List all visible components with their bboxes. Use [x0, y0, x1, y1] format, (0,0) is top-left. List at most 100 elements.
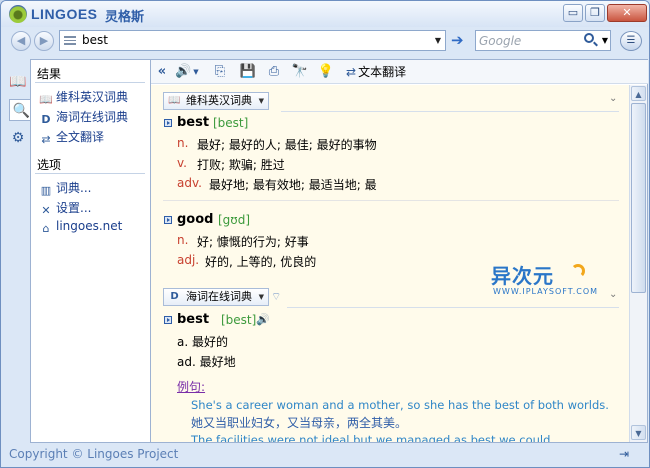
watermark-cn: 异次元: [491, 264, 554, 288]
tools-icon: ✕: [41, 204, 51, 217]
copy-icon[interactable]: ⎘: [211, 63, 229, 81]
side-tab-strip: 📖 🔍 ⚙: [5, 59, 33, 443]
divider: [35, 173, 145, 174]
option-item-dictionaries[interactable]: ▥ 词典...: [39, 179, 92, 197]
dictionary-tab-icon[interactable]: 📖: [7, 71, 29, 93]
entry-bullet-icon[interactable]: [164, 119, 172, 127]
pin-icon[interactable]: ⇥: [619, 447, 629, 461]
pos-label: v.: [177, 156, 187, 170]
translate-small-icon: ⇄: [346, 65, 357, 79]
collapse-chevron-icon[interactable]: ⌄: [609, 289, 617, 300]
text-translate-label: 文本翻译: [358, 65, 407, 79]
results-panel: 结果 📖 维科英汉词典 D 海词在线词典 ⇄ 全文翻译 选项 ▥ 词典... ✕ 设置..…: [30, 59, 151, 443]
signal-icon: [571, 264, 585, 278]
definition: 最好; 最好的人; 最佳; 最好的事物: [197, 138, 377, 152]
pronounce-speaker-icon[interactable]: 🔊: [256, 313, 270, 326]
divider: [281, 111, 619, 112]
result-item-dict-cn[interactable]: D 海词在线词典: [39, 108, 128, 126]
text-translate-button[interactable]: ⇄ 文本翻译: [346, 63, 406, 81]
example-label[interactable]: 例句:: [177, 378, 205, 395]
go-button[interactable]: ➔: [451, 31, 464, 49]
books-icon: ▥: [40, 184, 52, 197]
scroll-thumb[interactable]: [631, 103, 646, 293]
search-engine-dropdown-icon[interactable]: ▼: [602, 36, 608, 45]
title-bar: LINGOES 灵格斯 ▭ ❐ ✕: [1, 1, 649, 27]
definition: 好的, 上等的, 优良的: [205, 255, 317, 269]
definition: a. 最好的: [177, 335, 228, 349]
save-icon[interactable]: 💾: [239, 63, 257, 81]
entry-bullet-icon[interactable]: [164, 216, 172, 224]
dict-header-dict-cn[interactable]: D 海词在线词典 ▼: [163, 288, 269, 306]
definition: 最好地; 最有效地; 最适当地; 最: [209, 178, 377, 192]
entry-phonetic: [best]: [221, 313, 257, 327]
entry-word: good: [177, 212, 214, 227]
print-icon[interactable]: ⎙: [265, 63, 283, 81]
divider: [287, 307, 619, 308]
book-icon: 📖: [39, 93, 53, 106]
pos-label: adj.: [177, 253, 200, 267]
scroll-up-icon[interactable]: ▲: [631, 86, 646, 101]
result-label: 海词在线词典: [56, 110, 129, 124]
home-icon: ⌂: [42, 222, 50, 235]
result-view: « 🔊 ▼ ⎘ 💾 ⎙ 🔭 💡 ⇄ 文本翻译 📖 维科英汉词典 ▼ ⌄ best …: [151, 59, 648, 443]
speaker-icon[interactable]: 🔊: [175, 63, 191, 81]
dict-header-vico[interactable]: 📖 维科英汉词典 ▼: [163, 92, 269, 110]
forward-button[interactable]: ▶: [34, 31, 54, 51]
google-search-box: ▼: [475, 30, 611, 51]
translate-icon: ⇄: [41, 133, 51, 146]
app-window: LINGOES 灵格斯 ▭ ❐ ✕ ◀ ▶ best ▼ ➔ ▼ ☰ 📖 🔍 ⚙…: [0, 0, 650, 468]
options-title: 选项: [37, 158, 62, 172]
status-bar: Copyright © Lingoes Project ⇥: [1, 444, 649, 467]
settings-tab-icon[interactable]: ⚙: [7, 127, 29, 149]
search-query: best: [82, 33, 108, 47]
dict-d-icon: D: [170, 291, 179, 302]
dict-d-icon: D: [41, 113, 51, 126]
pos-label: n.: [177, 233, 189, 247]
result-toolbar: « 🔊 ▼ ⎘ 💾 ⎙ 🔭 💡 ⇄ 文本翻译: [151, 60, 648, 84]
collapse-chevron-icon[interactable]: ⌄: [609, 93, 617, 104]
copyright-text: Copyright © Lingoes Project: [9, 447, 179, 461]
collapse-panel-icon[interactable]: «: [155, 63, 169, 81]
result-content: 📖 维科英汉词典 ▼ ⌄ best [best] n. 最好; 最好的人; 最佳…: [151, 85, 629, 442]
result-item-translate[interactable]: ⇄ 全文翻译: [39, 128, 104, 146]
vertical-scrollbar[interactable]: ▲ ▼: [629, 85, 647, 442]
restore-button[interactable]: ❐: [585, 4, 605, 22]
list-icon: [64, 36, 76, 45]
entry-bullet-icon[interactable]: [164, 316, 172, 324]
dict-name: 海词在线词典: [186, 290, 252, 303]
find-icon[interactable]: 🔭: [291, 63, 309, 81]
tip-bulb-icon[interactable]: 💡: [317, 63, 335, 81]
option-label: 词典...: [56, 181, 92, 195]
google-search-input[interactable]: [479, 32, 579, 49]
pos-label: n.: [177, 136, 189, 150]
entry-phonetic: [best]: [213, 116, 249, 130]
divider: [35, 82, 145, 83]
address-bar: ◀ ▶ best ▼ ➔ ▼ ☰: [1, 27, 649, 55]
dict-dropdown-icon[interactable]: ▼: [259, 289, 264, 305]
book-icon: 📖: [168, 95, 181, 106]
pos-label: adv.: [177, 176, 202, 190]
option-item-settings[interactable]: ✕ 设置...: [39, 199, 91, 217]
back-button[interactable]: ◀: [11, 31, 31, 51]
option-label: lingoes.net: [56, 219, 123, 233]
search-icon[interactable]: [584, 33, 594, 43]
example-sentence-en: The facilities were not ideal but we man…: [191, 433, 555, 442]
speaker-dropdown-icon[interactable]: ▼: [191, 63, 201, 81]
scroll-down-icon[interactable]: ▼: [631, 425, 646, 440]
definition: ad. 最好地: [177, 355, 236, 369]
example-sentence-en: She's a career woman and a mother, so sh…: [191, 398, 609, 412]
entry-word: best: [177, 115, 210, 130]
result-item-vico[interactable]: 📖 维科英汉词典: [39, 88, 128, 106]
entry-phonetic: [gʊd]: [218, 213, 251, 227]
word-search-input[interactable]: best ▼: [59, 30, 446, 51]
dict-name: 维科英汉词典: [186, 94, 252, 107]
watermark-en: WWW.IPLAYSOFT.COM: [493, 287, 599, 296]
option-item-website[interactable]: ⌂ lingoes.net: [39, 219, 123, 237]
history-dropdown-icon[interactable]: ▼: [431, 31, 445, 50]
minimize-button[interactable]: ▭: [563, 4, 583, 22]
app-name: LINGOES: [31, 6, 98, 22]
dict-dropdown-icon[interactable]: ▼: [259, 93, 264, 109]
close-button[interactable]: ✕: [607, 4, 647, 22]
main-menu-button[interactable]: ☰: [620, 31, 642, 51]
app-name-cn: 灵格斯: [105, 10, 145, 25]
